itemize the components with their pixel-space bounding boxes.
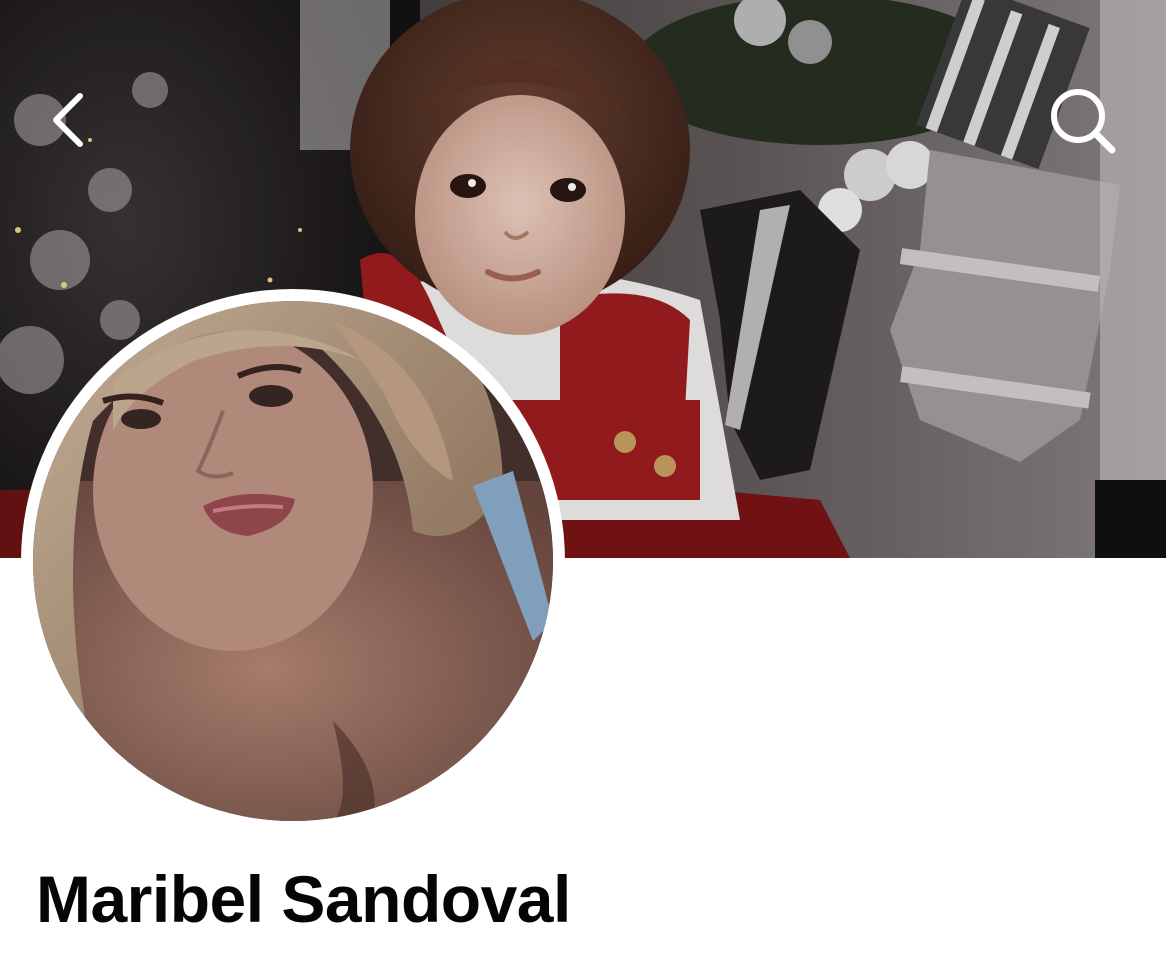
- profile-page: Maribel Sandoval: [0, 0, 1166, 955]
- chevron-left-icon: [53, 93, 83, 147]
- profile-picture-image: [33, 301, 553, 821]
- back-button[interactable]: [32, 84, 104, 156]
- avatar: [33, 301, 553, 821]
- search-icon: [1051, 89, 1116, 154]
- profile-picture[interactable]: [21, 289, 565, 833]
- search-button[interactable]: [1046, 84, 1118, 156]
- profile-name: Maribel Sandoval: [36, 862, 571, 936]
